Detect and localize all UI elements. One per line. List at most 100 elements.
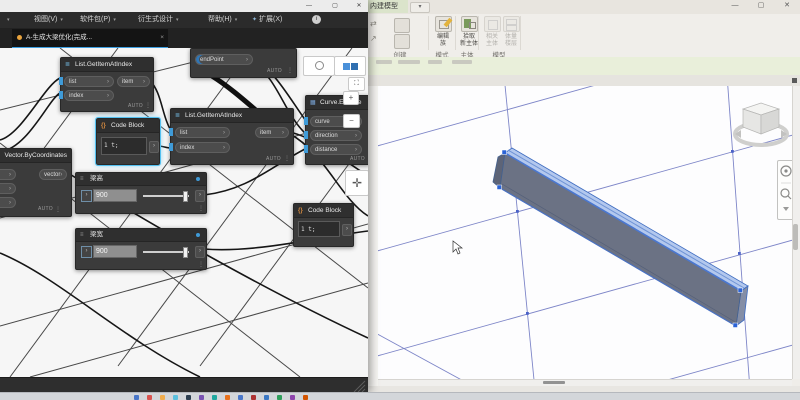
taskbar-icon[interactable]	[160, 395, 165, 400]
menu-generative-design[interactable]: 衍生式设计▾	[138, 12, 179, 28]
taskbar-icon[interactable]	[238, 395, 243, 400]
taskbar[interactable]	[0, 392, 800, 400]
node-slider-beam-height[interactable]: ≡梁高 › › ⋮	[75, 172, 207, 214]
node-get-item-2[interactable]: ≣List.GetItemAtIndex list› index› item› …	[170, 108, 294, 165]
resize-grip[interactable]	[353, 380, 366, 392]
thick-wire[interactable]	[212, 76, 258, 112]
port-connector[interactable]	[304, 131, 308, 139]
node-code-block-1[interactable]: {}Code Block 1 t; ›	[96, 118, 160, 165]
slider-thumb[interactable]	[183, 247, 188, 258]
create-panel-tools[interactable]: ⇄ ↗	[370, 16, 390, 48]
kebab-icon[interactable]: ⋮	[198, 206, 204, 212]
geometry-view-button[interactable]	[334, 56, 366, 76]
port-connector[interactable]	[169, 143, 173, 151]
kebab-icon[interactable]: ⋮	[145, 103, 151, 109]
slider-output-port[interactable]: ›	[195, 190, 205, 202]
viewcube[interactable]	[732, 94, 790, 158]
taskbar-icon[interactable]	[173, 395, 178, 400]
menu-overflow[interactable]: ▾	[4, 12, 10, 28]
port-z[interactable]: ›	[0, 197, 16, 208]
taskbar-icon[interactable]	[199, 395, 204, 400]
node-code-block-2[interactable]: {}Code Block 1 t; ›	[293, 203, 354, 247]
collapse-button[interactable]: ›	[81, 246, 92, 258]
revit-close-button[interactable]: ✕	[778, 1, 796, 11]
slider-thumb[interactable]	[183, 191, 188, 202]
port-direction[interactable]: direction›	[310, 130, 362, 141]
taskbar-icon[interactable]	[264, 395, 269, 400]
menu-view[interactable]: 视图(V)▾	[34, 12, 63, 28]
model-line-icon[interactable]: ⇄	[370, 16, 390, 31]
taskbar-icon[interactable]	[303, 395, 308, 400]
taskbar-icon[interactable]	[134, 395, 139, 400]
port-item[interactable]: item›	[117, 76, 150, 87]
taskbar-icon[interactable]	[251, 395, 256, 400]
dynamo-canvas[interactable]: endPoint› AUTO ⋮ ≣List.GetItemAtIndex li…	[0, 48, 368, 377]
port-connector[interactable]	[304, 117, 308, 125]
node-curve-extrude[interactable]: ▦Curve.Extrude curve› direction› distanc…	[305, 95, 368, 165]
taskbar-icon[interactable]	[225, 395, 230, 400]
create-tool-icon[interactable]	[394, 18, 410, 33]
taskbar-icon[interactable]	[277, 395, 282, 400]
port-list[interactable]: list›	[64, 76, 114, 87]
kebab-icon[interactable]: ⋮	[284, 156, 290, 162]
kebab-icon[interactable]: ⋮	[55, 207, 61, 213]
create-tool-icon[interactable]	[394, 34, 410, 49]
collapse-button[interactable]: ›	[81, 190, 92, 202]
node-endpoint[interactable]: endPoint› AUTO ⋮	[190, 48, 297, 78]
code-block-editor[interactable]: 1 t;	[298, 221, 340, 237]
view-menu-icon[interactable]	[792, 78, 797, 83]
edit-family-button[interactable]: 编辑族	[431, 16, 455, 50]
dynamo-close-button[interactable]: ✕	[350, 1, 368, 11]
taskbar-icon[interactable]	[186, 395, 191, 400]
info-icon[interactable]: i	[312, 15, 321, 24]
port-distance[interactable]: distance›	[310, 144, 362, 155]
tab-close-icon[interactable]: ×	[160, 29, 164, 46]
dynamo-maximize-button[interactable]: ▢	[326, 1, 344, 11]
zoom-icon[interactable]	[781, 189, 789, 197]
zoom-out-button[interactable]: −	[343, 114, 360, 128]
code-block-editor[interactable]: 1 t;	[101, 137, 147, 155]
port-y[interactable]: ›	[0, 183, 16, 194]
port-endpoint[interactable]: endPoint›	[195, 54, 253, 65]
pan-button[interactable]: ✛	[345, 170, 368, 196]
node-vector-by-coordinates[interactable]: Vector.ByCoordinates › › › vector› AUTO …	[0, 148, 72, 217]
beam-height-value-input[interactable]	[93, 189, 137, 202]
horizontal-scrollbar-thumb[interactable]	[543, 381, 565, 384]
ribbon-toggle-button[interactable]: ▾	[410, 2, 430, 13]
port-index[interactable]: index›	[64, 90, 114, 101]
kebab-icon[interactable]: ⋮	[198, 262, 204, 268]
code-block-output-port[interactable]: ›	[342, 224, 352, 236]
port-vector[interactable]: vector›	[39, 169, 67, 180]
navbar-caret-icon[interactable]	[783, 207, 789, 211]
port-x[interactable]: ›	[0, 169, 16, 180]
revit-maximize-button[interactable]: ▢	[752, 1, 770, 11]
code-block-output-port[interactable]: ›	[149, 141, 159, 153]
canvas-pan-mode-button[interactable]	[303, 56, 335, 76]
taskbar-icon[interactable]	[147, 395, 152, 400]
create-panel-big-tools[interactable]	[392, 17, 412, 49]
zoom-in-button[interactable]: +	[343, 91, 359, 105]
port-item[interactable]: item›	[255, 127, 289, 138]
port-connector[interactable]	[59, 77, 63, 85]
reference-line-icon[interactable]: ↗	[370, 31, 390, 46]
port-connector[interactable]	[59, 91, 63, 99]
beam-solid[interactable]	[493, 148, 748, 328]
port-connector[interactable]	[304, 145, 308, 153]
revit-3d-view[interactable]	[378, 86, 792, 379]
node-get-item-1[interactable]: ≣List.GetItemAtIndex list› index› item› …	[60, 57, 154, 112]
slider-output-port[interactable]: ›	[195, 246, 205, 258]
port-connector[interactable]	[169, 128, 173, 136]
kebab-icon[interactable]: ⋮	[287, 68, 293, 74]
port-list[interactable]: list›	[175, 127, 230, 138]
beam-width-value-input[interactable]	[93, 245, 137, 258]
dynamo-minimize-button[interactable]: —	[300, 1, 318, 11]
workspace-tab[interactable]: A-生成大梁优化(完成... ×	[12, 29, 168, 49]
revit-contextual-tab[interactable]: 内建模型	[368, 0, 408, 13]
zoom-fit-button[interactable]: ⛶	[348, 77, 365, 91]
taskbar-icon[interactable]	[212, 395, 217, 400]
node-slider-beam-width[interactable]: ≡梁宽 › › ⋮	[75, 228, 207, 270]
vertical-scrollbar-thumb[interactable]	[793, 224, 798, 250]
menu-packages[interactable]: 软件包(P)▾	[80, 12, 116, 28]
menu-extensions[interactable]: ✦ 扩展(X)	[252, 12, 282, 28]
menu-help[interactable]: 帮助(H)▾	[208, 12, 237, 28]
